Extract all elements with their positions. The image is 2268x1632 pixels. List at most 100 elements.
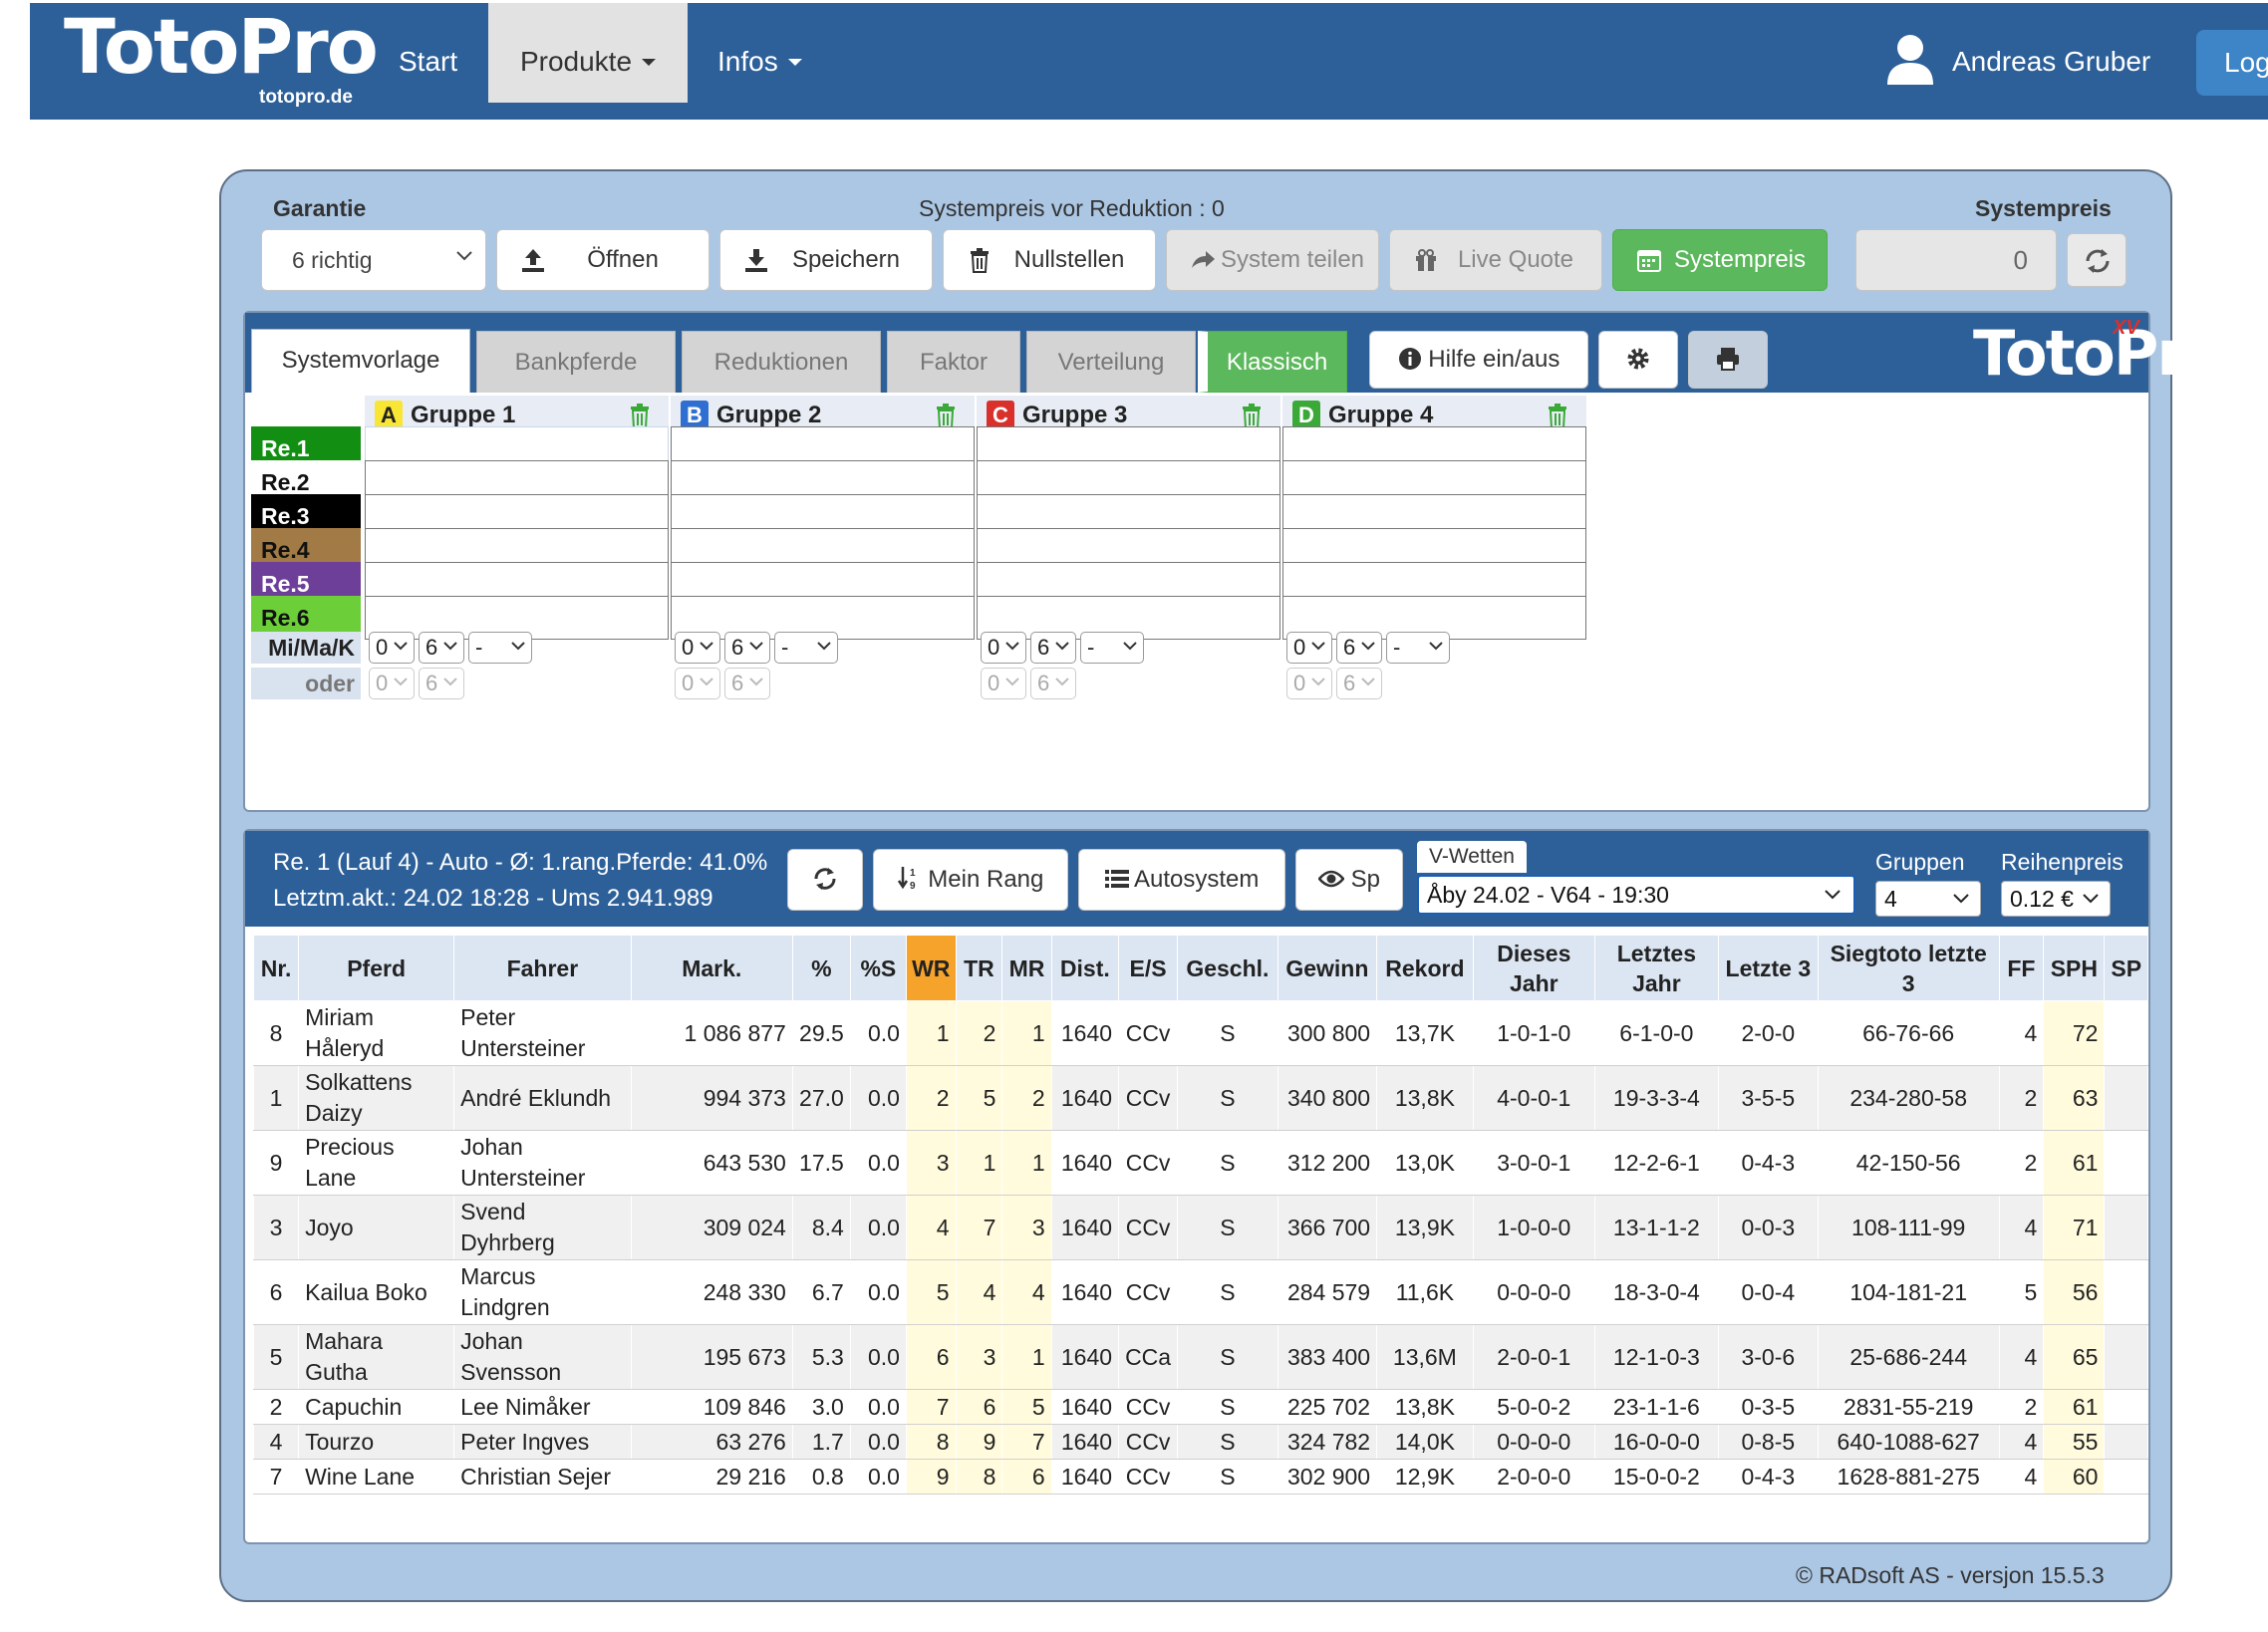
table-row[interactable]: 3 Joyo Svend Dyhrberg 309 024 8.4 0.0 4 7 3 1640 C… [252,1195,2148,1260]
table-row[interactable]: 1 Solkattens Daizy André Eklundh 994 373 27.… [252,1065,2148,1131]
column-header[interactable]: %S [849,935,907,1001]
table-cell: CCv [1118,1424,1179,1460]
reset-button[interactable]: Nullstellen [943,229,1156,291]
nav-infos-label: Infos [717,46,778,77]
column-header[interactable]: Dieses Jahr [1472,935,1595,1001]
garantie-select[interactable]: 6 richtig [261,229,486,291]
table-cell: 7 [955,1195,1003,1260]
brand-logo[interactable]: TotoPro totopro.de [64,3,379,117]
nav-produkte[interactable]: Produkte [488,3,688,103]
table-cell: CCv [1118,1259,1179,1325]
mimak-select[interactable]: 0 [369,632,415,664]
tab-reduktionen[interactable]: Reduktionen [682,331,881,393]
table-cell: 63 [2043,1065,2106,1131]
mimak-select[interactable]: - [1386,632,1450,664]
column-header[interactable]: Gewinn [1276,935,1378,1001]
mimak-select[interactable]: 0 [675,632,720,664]
mimak-select[interactable]: 0 [981,632,1026,664]
tab-klassisch[interactable]: Klassisch [1198,331,1347,393]
column-header[interactable]: Letzte 3 [1717,935,1819,1001]
column-header[interactable]: Fahrer [453,935,632,1001]
column-header[interactable]: Mark. [630,935,793,1001]
systempreis-button-label: Systempreis [1673,246,1807,273]
save-button[interactable]: Speichern [719,229,933,291]
column-header[interactable]: Letztes Jahr [1593,935,1719,1001]
mimak-select[interactable]: 6 [1030,632,1076,664]
settings-button[interactable] [1598,331,1678,389]
oder-select[interactable]: 6 [419,668,464,699]
oder-select[interactable]: 0 [369,668,415,699]
table-row[interactable]: 9 Precious Lane Johan Untersteiner 643 530 1… [252,1130,2148,1196]
print-button[interactable] [1688,331,1768,389]
mimak-select[interactable]: - [468,632,532,664]
mimak-select[interactable]: - [774,632,838,664]
column-header[interactable]: Geschl. [1177,935,1278,1001]
systempreis-button[interactable]: Systempreis [1612,229,1828,291]
column-header[interactable]: TR [955,935,1003,1001]
user-name[interactable]: Andreas Gruber [1952,3,2150,121]
column-header[interactable]: Rekord [1376,935,1474,1001]
column-header[interactable]: SPH [2043,935,2106,1001]
column-header[interactable]: Siegtoto letzte 3 [1817,935,2000,1001]
oder-select[interactable]: 0 [1286,668,1332,699]
table-body: 8 Miriam Håleryd Peter Untersteiner 1 086 8… [252,1000,2148,1495]
column-header[interactable]: SP [2104,935,2148,1001]
v-wetten-select[interactable]: Åby 24.02 - V64 - 19:30 [1417,875,1855,915]
table-row[interactable]: 6 Kailua Boko Marcus Lindgren 248 330 6.7 0.0… [252,1259,2148,1325]
share-system-button[interactable]: System teilen [1166,229,1379,291]
chevron-down-icon [2083,894,2099,904]
mimak-select[interactable]: - [1080,632,1144,664]
mimak-value: 6 [425,635,438,660]
help-toggle-button[interactable]: Hilfe ein/aus [1369,331,1588,389]
reset-label: Nullstellen [1013,246,1125,273]
sp-button[interactable]: Sp [1295,849,1403,911]
nav-infos[interactable]: Infos [717,3,802,103]
autosystem-button[interactable]: Autosystem [1078,849,1285,911]
mimak-select[interactable]: 6 [1336,632,1382,664]
table-cell: 0.0 [849,1195,907,1260]
tab-bankpferde[interactable]: Bankpferde [476,331,676,393]
mimak-value: 6 [731,635,744,660]
table-cell: 13-1-1-2 [1593,1195,1719,1260]
oder-select[interactable]: 6 [1030,668,1076,699]
table-cell: 0-4-3 [1717,1459,1819,1495]
logout-button[interactable]: Logout [2196,30,2268,96]
table-row[interactable]: 5 Mahara Gutha Johan Svensson 195 673 5.3 0.0… [252,1324,2148,1390]
table-cell: 12,9K [1376,1459,1474,1495]
mimak-select[interactable]: 0 [1286,632,1332,664]
table-cell: 340 800 [1276,1065,1378,1131]
oder-select[interactable]: 6 [724,668,770,699]
open-button[interactable]: Öffnen [496,229,709,291]
nav-start[interactable]: Start [399,3,457,103]
table-row[interactable]: 7 Wine Lane Christian Sejer 29 216 0.8 0.0 9 8 6… [252,1459,2148,1495]
column-header[interactable]: Pferd [298,935,455,1001]
column-header[interactable]: WR [905,935,957,1001]
column-header[interactable]: Dist. [1050,935,1120,1001]
tab-systemvorlage[interactable]: Systemvorlage [251,329,470,393]
nav-produkte-label: Produkte [519,46,633,77]
column-header[interactable]: E/S [1118,935,1179,1001]
oder-select[interactable]: 0 [675,668,720,699]
table-cell: S [1177,1324,1278,1390]
race-refresh-button[interactable] [787,849,863,911]
column-header[interactable]: Nr. [252,935,300,1001]
refresh-price-button[interactable] [2067,233,2126,287]
chevron-down-icon [1123,642,1137,651]
column-header[interactable]: MR [1001,935,1052,1001]
column-header[interactable]: FF [1998,935,2045,1001]
table-cell: 29.5 [791,1000,851,1066]
mimak-select[interactable]: 6 [724,632,770,664]
live-quote-button[interactable]: Live Quote [1389,229,1602,291]
table-row[interactable]: 8 Miriam Håleryd Peter Untersteiner 1 086 8… [252,1000,2148,1066]
mimak-select[interactable]: 6 [419,632,464,664]
table-row[interactable]: 4 Tourzo Peter Ingves 63 276 1.7 0.0 8 9 7 1640 CC… [252,1424,2148,1460]
table-row[interactable]: 2 Capuchin Lee Nimåker 109 846 3.0 0.0 7 6 5 1640… [252,1389,2148,1425]
oder-select[interactable]: 6 [1336,668,1382,699]
tab-faktor[interactable]: Faktor [887,331,1020,393]
reihenpreis-select[interactable]: 0.12 € [2001,881,2111,917]
tab-verteilung[interactable]: Verteilung [1026,331,1196,393]
oder-select[interactable]: 0 [981,668,1026,699]
my-rank-button[interactable]: 19 Mein Rang [873,849,1068,911]
column-header[interactable]: % [791,935,851,1001]
gruppen-select[interactable]: 4 [1875,881,1981,917]
